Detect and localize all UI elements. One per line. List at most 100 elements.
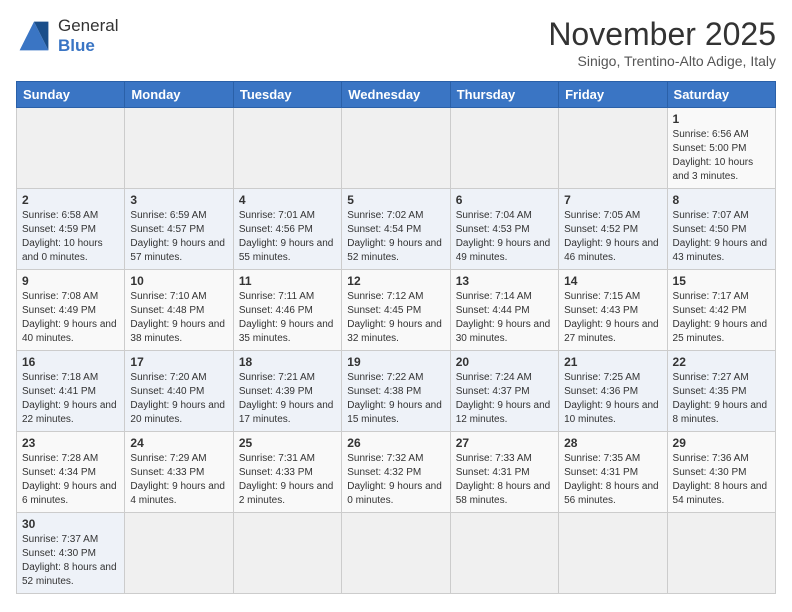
day-number: 25 [239, 436, 336, 450]
calendar-cell: 23Sunrise: 7:28 AM Sunset: 4:34 PM Dayli… [17, 432, 125, 513]
calendar-week-row: 9 Sunrise: 7:08 AM Sunset: 4:49 PM Daylig… [17, 270, 776, 351]
calendar-cell: 28 Sunrise: 7:35 AM Sunset: 4:31 PM Dayli… [559, 432, 667, 513]
weekday-header-friday: Friday [559, 82, 667, 108]
day-number: 19 [347, 355, 444, 369]
calendar-cell: 18 Sunrise: 7:21 AM Sunset: 4:39 PM Dayli… [233, 351, 341, 432]
calendar-cell: 1Sunrise: 6:56 AM Sunset: 5:00 PM Daylig… [667, 108, 775, 189]
calendar-cell: 2 Sunrise: 6:58 AM Sunset: 4:59 PM Daylig… [17, 189, 125, 270]
weekday-header-saturday: Saturday [667, 82, 775, 108]
day-info: Sunrise: 7:21 AM Sunset: 4:39 PM Dayligh… [239, 371, 336, 427]
day-number: 28 [564, 436, 661, 450]
day-info: Sunrise: 7:07 AM Sunset: 4:50 PM Dayligh… [673, 209, 770, 265]
calendar-cell: 5Sunrise: 7:02 AM Sunset: 4:54 PM Daylig… [342, 189, 450, 270]
day-info: Sunrise: 7:36 AM Sunset: 4:30 PM Dayligh… [673, 452, 770, 508]
day-info: Sunrise: 7:35 AM Sunset: 4:31 PM Dayligh… [564, 452, 661, 508]
calendar-cell: 27Sunrise: 7:33 AM Sunset: 4:31 PM Dayli… [450, 432, 558, 513]
calendar-cell: 22 Sunrise: 7:27 AM Sunset: 4:35 PM Dayli… [667, 351, 775, 432]
logo: General Blue [16, 16, 118, 57]
day-number: 22 [673, 355, 770, 369]
day-info: Sunrise: 7:05 AM Sunset: 4:52 PM Dayligh… [564, 209, 661, 265]
day-info: Sunrise: 7:14 AM Sunset: 4:44 PM Dayligh… [456, 290, 553, 346]
day-info: Sunrise: 7:31 AM Sunset: 4:33 PM Dayligh… [239, 452, 336, 508]
calendar-cell: 25 Sunrise: 7:31 AM Sunset: 4:33 PM Dayli… [233, 432, 341, 513]
calendar-cell [233, 513, 341, 594]
calendar-cell: 11Sunrise: 7:11 AM Sunset: 4:46 PM Dayli… [233, 270, 341, 351]
day-info: Sunrise: 7:01 AM Sunset: 4:56 PM Dayligh… [239, 209, 336, 265]
calendar-week-row: 23Sunrise: 7:28 AM Sunset: 4:34 PM Dayli… [17, 432, 776, 513]
day-number: 4 [239, 193, 336, 207]
calendar-week-row: 2 Sunrise: 6:58 AM Sunset: 4:59 PM Daylig… [17, 189, 776, 270]
logo-text: General Blue [58, 16, 118, 57]
day-number: 15 [673, 274, 770, 288]
weekday-header-row: SundayMondayTuesdayWednesdayThursdayFrid… [17, 82, 776, 108]
day-number: 8 [673, 193, 770, 207]
weekday-header-monday: Monday [125, 82, 233, 108]
day-info: Sunrise: 7:12 AM Sunset: 4:45 PM Dayligh… [347, 290, 444, 346]
calendar-cell: 9 Sunrise: 7:08 AM Sunset: 4:49 PM Daylig… [17, 270, 125, 351]
calendar-cell: 4 Sunrise: 7:01 AM Sunset: 4:56 PM Daylig… [233, 189, 341, 270]
calendar-week-row: 30Sunrise: 7:37 AM Sunset: 4:30 PM Dayli… [17, 513, 776, 594]
calendar-cell: 13 Sunrise: 7:14 AM Sunset: 4:44 PM Dayli… [450, 270, 558, 351]
calendar-cell: 6 Sunrise: 7:04 AM Sunset: 4:53 PM Daylig… [450, 189, 558, 270]
day-info: Sunrise: 7:02 AM Sunset: 4:54 PM Dayligh… [347, 209, 444, 265]
day-info: Sunrise: 7:08 AM Sunset: 4:49 PM Dayligh… [22, 290, 119, 346]
calendar-cell [450, 108, 558, 189]
day-number: 27 [456, 436, 553, 450]
day-info: Sunrise: 7:32 AM Sunset: 4:32 PM Dayligh… [347, 452, 444, 508]
day-number: 6 [456, 193, 553, 207]
day-number: 18 [239, 355, 336, 369]
day-info: Sunrise: 6:58 AM Sunset: 4:59 PM Dayligh… [22, 209, 119, 265]
day-info: Sunrise: 7:04 AM Sunset: 4:53 PM Dayligh… [456, 209, 553, 265]
calendar-cell [125, 108, 233, 189]
day-info: Sunrise: 7:18 AM Sunset: 4:41 PM Dayligh… [22, 371, 119, 427]
day-info: Sunrise: 7:37 AM Sunset: 4:30 PM Dayligh… [22, 533, 119, 589]
calendar-cell: 26 Sunrise: 7:32 AM Sunset: 4:32 PM Dayli… [342, 432, 450, 513]
weekday-header-tuesday: Tuesday [233, 82, 341, 108]
calendar-cell: 17Sunrise: 7:20 AM Sunset: 4:40 PM Dayli… [125, 351, 233, 432]
calendar-cell: 30Sunrise: 7:37 AM Sunset: 4:30 PM Dayli… [17, 513, 125, 594]
day-number: 16 [22, 355, 119, 369]
day-number: 24 [130, 436, 227, 450]
day-number: 12 [347, 274, 444, 288]
day-number: 10 [130, 274, 227, 288]
calendar-cell: 12 Sunrise: 7:12 AM Sunset: 4:45 PM Dayli… [342, 270, 450, 351]
calendar-cell: 21Sunrise: 7:25 AM Sunset: 4:36 PM Dayli… [559, 351, 667, 432]
day-info: Sunrise: 7:25 AM Sunset: 4:36 PM Dayligh… [564, 371, 661, 427]
calendar-cell [559, 513, 667, 594]
day-info: Sunrise: 7:24 AM Sunset: 4:37 PM Dayligh… [456, 371, 553, 427]
calendar-title: November 2025 [548, 16, 776, 53]
day-number: 20 [456, 355, 553, 369]
calendar-cell: 8 Sunrise: 7:07 AM Sunset: 4:50 PM Daylig… [667, 189, 775, 270]
day-info: Sunrise: 7:20 AM Sunset: 4:40 PM Dayligh… [130, 371, 227, 427]
calendar-cell [667, 513, 775, 594]
day-info: Sunrise: 7:27 AM Sunset: 4:35 PM Dayligh… [673, 371, 770, 427]
day-info: Sunrise: 6:59 AM Sunset: 4:57 PM Dayligh… [130, 209, 227, 265]
weekday-header-sunday: Sunday [17, 82, 125, 108]
calendar-week-row: 16 Sunrise: 7:18 AM Sunset: 4:41 PM Dayli… [17, 351, 776, 432]
calendar-cell [17, 108, 125, 189]
day-number: 29 [673, 436, 770, 450]
day-number: 2 [22, 193, 119, 207]
day-info: Sunrise: 7:15 AM Sunset: 4:43 PM Dayligh… [564, 290, 661, 346]
calendar-cell: 3 Sunrise: 6:59 AM Sunset: 4:57 PM Daylig… [125, 189, 233, 270]
calendar-week-row: 1Sunrise: 6:56 AM Sunset: 5:00 PM Daylig… [17, 108, 776, 189]
calendar-cell [342, 108, 450, 189]
day-info: Sunrise: 7:22 AM Sunset: 4:38 PM Dayligh… [347, 371, 444, 427]
title-area: November 2025 Sinigo, Trentino-Alto Adig… [548, 16, 776, 69]
day-number: 26 [347, 436, 444, 450]
day-number: 7 [564, 193, 661, 207]
calendar-cell: 15Sunrise: 7:17 AM Sunset: 4:42 PM Dayli… [667, 270, 775, 351]
calendar-cell: 14Sunrise: 7:15 AM Sunset: 4:43 PM Dayli… [559, 270, 667, 351]
weekday-header-wednesday: Wednesday [342, 82, 450, 108]
day-info: Sunrise: 7:10 AM Sunset: 4:48 PM Dayligh… [130, 290, 227, 346]
calendar-cell: 29 Sunrise: 7:36 AM Sunset: 4:30 PM Dayli… [667, 432, 775, 513]
day-number: 13 [456, 274, 553, 288]
calendar-cell: 10 Sunrise: 7:10 AM Sunset: 4:48 PM Dayli… [125, 270, 233, 351]
calendar-cell: 16 Sunrise: 7:18 AM Sunset: 4:41 PM Dayli… [17, 351, 125, 432]
day-number: 9 [22, 274, 119, 288]
day-info: Sunrise: 7:11 AM Sunset: 4:46 PM Dayligh… [239, 290, 336, 346]
day-info: Sunrise: 7:28 AM Sunset: 4:34 PM Dayligh… [22, 452, 119, 508]
calendar-cell [342, 513, 450, 594]
day-number: 3 [130, 193, 227, 207]
day-info: Sunrise: 6:56 AM Sunset: 5:00 PM Dayligh… [673, 128, 770, 184]
